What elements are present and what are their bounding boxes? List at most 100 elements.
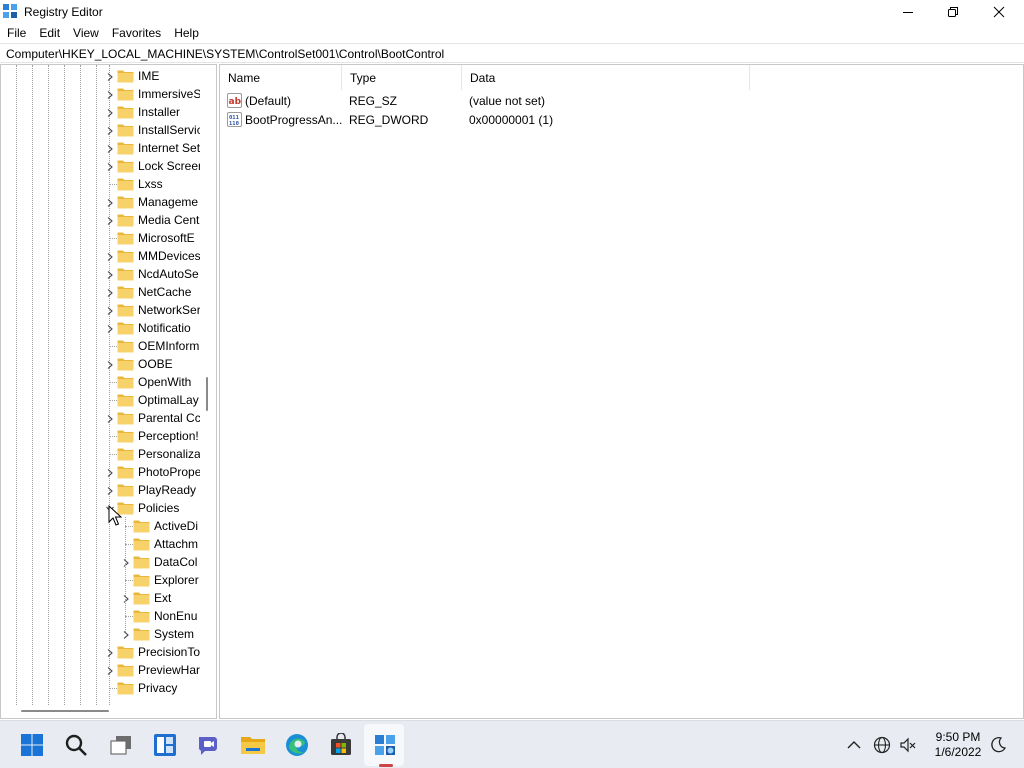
close-button[interactable]: [976, 0, 1022, 24]
chevron-right-icon[interactable]: [105, 485, 115, 495]
tree-node-networkser[interactable]: NetworkSer: [1, 301, 200, 319]
restore-button[interactable]: [930, 0, 976, 24]
minimize-button[interactable]: [885, 0, 931, 24]
tree-node-datacol[interactable]: DataCol: [1, 553, 200, 571]
volume-button[interactable]: [895, 729, 921, 761]
chevron-right-icon[interactable]: [105, 269, 115, 279]
registry-editor-taskbar-button[interactable]: [369, 729, 401, 761]
tree-pane[interactable]: IME ImmersiveS Installer InstallServic Inter…: [0, 64, 217, 719]
chevron-right-icon[interactable]: [105, 359, 115, 369]
search-button[interactable]: [60, 729, 92, 761]
store-button[interactable]: [325, 729, 357, 761]
tree-node-system[interactable]: System: [1, 625, 200, 643]
chevron-right-icon[interactable]: [121, 593, 131, 603]
file-explorer-button[interactable]: [237, 729, 269, 761]
folder-icon: [133, 519, 150, 533]
tree-node-oeminform[interactable]: OEMInform: [1, 337, 200, 355]
tree-node-internet-set[interactable]: Internet Set: [1, 139, 200, 157]
taskbar-clock[interactable]: 9:50 PM 1/6/2022: [930, 730, 986, 760]
tree-node-activedi[interactable]: ActiveDi: [1, 517, 200, 535]
chat-button[interactable]: [192, 729, 224, 761]
tree-vertical-scroll-thumb[interactable]: [206, 377, 208, 411]
value-row-default[interactable]: ab (Default) REG_SZ (value not set): [220, 91, 1000, 110]
chevron-right-icon[interactable]: [105, 665, 115, 675]
tree-node-ncdautose[interactable]: NcdAutoSe: [1, 265, 200, 283]
tree-node-immersives[interactable]: ImmersiveS: [1, 85, 200, 103]
tree-node-label: Attachm: [154, 537, 199, 551]
tree-node-nonenu[interactable]: NonEnu: [1, 607, 200, 625]
tree-node-label: Manageme: [138, 195, 199, 209]
tree-node-lxss[interactable]: Lxss: [1, 175, 200, 193]
start-icon: [21, 734, 43, 756]
chevron-right-icon[interactable]: [105, 89, 115, 99]
folder-icon: [117, 681, 134, 695]
chevron-right-icon[interactable]: [121, 557, 131, 567]
chevron-right-icon[interactable]: [105, 197, 115, 207]
chevron-right-icon[interactable]: [105, 647, 115, 657]
notification-button[interactable]: [984, 729, 1012, 761]
tree-node-lock-screer[interactable]: Lock Screer: [1, 157, 200, 175]
column-header-type[interactable]: Type: [342, 65, 462, 90]
chevron-right-icon[interactable]: [105, 71, 115, 81]
chevron-right-icon[interactable]: [105, 323, 115, 333]
folder-icon: [117, 411, 134, 425]
tree-node-mmdevices[interactable]: MMDevices: [1, 247, 200, 265]
network-button[interactable]: [869, 729, 895, 761]
tree-node-installservic[interactable]: InstallServic: [1, 121, 200, 139]
tree-node-openwith[interactable]: OpenWith: [1, 373, 200, 391]
column-header-data[interactable]: Data: [462, 65, 750, 90]
tree-node-oobe[interactable]: OOBE: [1, 355, 200, 373]
tree-node-label: OEMInform: [138, 339, 200, 353]
chevron-right-icon[interactable]: [105, 467, 115, 477]
tree-node-personaliza[interactable]: Personaliza: [1, 445, 200, 463]
task-view-button[interactable]: [105, 729, 137, 761]
show-hidden-icons-button[interactable]: [840, 729, 868, 761]
widgets-button[interactable]: [149, 729, 181, 761]
tree-node-ime[interactable]: IME: [1, 67, 200, 85]
tree-node-netcache[interactable]: NetCache: [1, 283, 200, 301]
tree-horizontal-scroll-thumb[interactable]: [21, 710, 109, 712]
tree-node-installer[interactable]: Installer: [1, 103, 200, 121]
tree-node-precisionto[interactable]: PrecisionTo: [1, 643, 200, 661]
tree-node-optimallay[interactable]: OptimalLay: [1, 391, 200, 409]
chevron-right-icon[interactable]: [105, 215, 115, 225]
tree-node-manageme[interactable]: Manageme: [1, 193, 200, 211]
tree-node-microsofte[interactable]: MicrosoftE: [1, 229, 200, 247]
tree-node-explorer[interactable]: Explorer: [1, 571, 200, 589]
chevron-right-icon[interactable]: [105, 125, 115, 135]
tree-node-parental-cc[interactable]: Parental Cc: [1, 409, 200, 427]
value-row-bootprogress[interactable]: 011 110 BootProgressAn... REG_DWORD 0x00…: [220, 110, 1000, 129]
tree-node-ext[interactable]: Ext: [1, 589, 200, 607]
tree-node-privacy[interactable]: Privacy: [1, 679, 200, 697]
tree-node-label: NetworkSer: [138, 303, 200, 317]
tree-node-previewhar[interactable]: PreviewHar: [1, 661, 200, 679]
chevron-right-icon[interactable]: [105, 287, 115, 297]
values-pane[interactable]: Name Type Data ab (Default) REG_SZ (valu…: [219, 64, 1024, 719]
chevron-right-icon[interactable]: [105, 107, 115, 117]
chevron-right-icon[interactable]: [105, 251, 115, 261]
tree-node-attachm[interactable]: Attachm: [1, 535, 200, 553]
chevron-right-icon[interactable]: [105, 305, 115, 315]
menu-view[interactable]: View: [66, 24, 105, 42]
chevron-right-icon[interactable]: [105, 161, 115, 171]
tree-vertical-scrollbar[interactable]: [200, 65, 216, 705]
address-bar[interactable]: Computer\HKEY_LOCAL_MACHINE\SYSTEM\Contr…: [0, 43, 1024, 63]
tree-node-perception-[interactable]: Perception!: [1, 427, 200, 445]
chevron-right-icon[interactable]: [105, 143, 115, 153]
tree-node-policies[interactable]: Policies: [1, 499, 200, 517]
menu-edit[interactable]: Edit: [32, 24, 66, 42]
address-path[interactable]: Computer\HKEY_LOCAL_MACHINE\SYSTEM\Contr…: [6, 47, 444, 61]
tree-node-playready[interactable]: PlayReady: [1, 481, 200, 499]
tree-node-photoprope[interactable]: PhotoPrope: [1, 463, 200, 481]
edge-button[interactable]: [281, 729, 313, 761]
column-header-name[interactable]: Name: [220, 65, 342, 90]
start-button[interactable]: [16, 729, 48, 761]
chevron-right-icon[interactable]: [105, 413, 115, 423]
menu-help[interactable]: Help: [167, 24, 205, 42]
tree-node-label: Parental Cc: [138, 411, 200, 425]
tree-node-media-cent[interactable]: Media Cent: [1, 211, 200, 229]
tree-node-notificatio[interactable]: Notificatio: [1, 319, 200, 337]
chevron-right-icon[interactable]: [121, 629, 131, 639]
menu-file[interactable]: File: [0, 24, 32, 42]
menu-favorites[interactable]: Favorites: [105, 24, 167, 42]
